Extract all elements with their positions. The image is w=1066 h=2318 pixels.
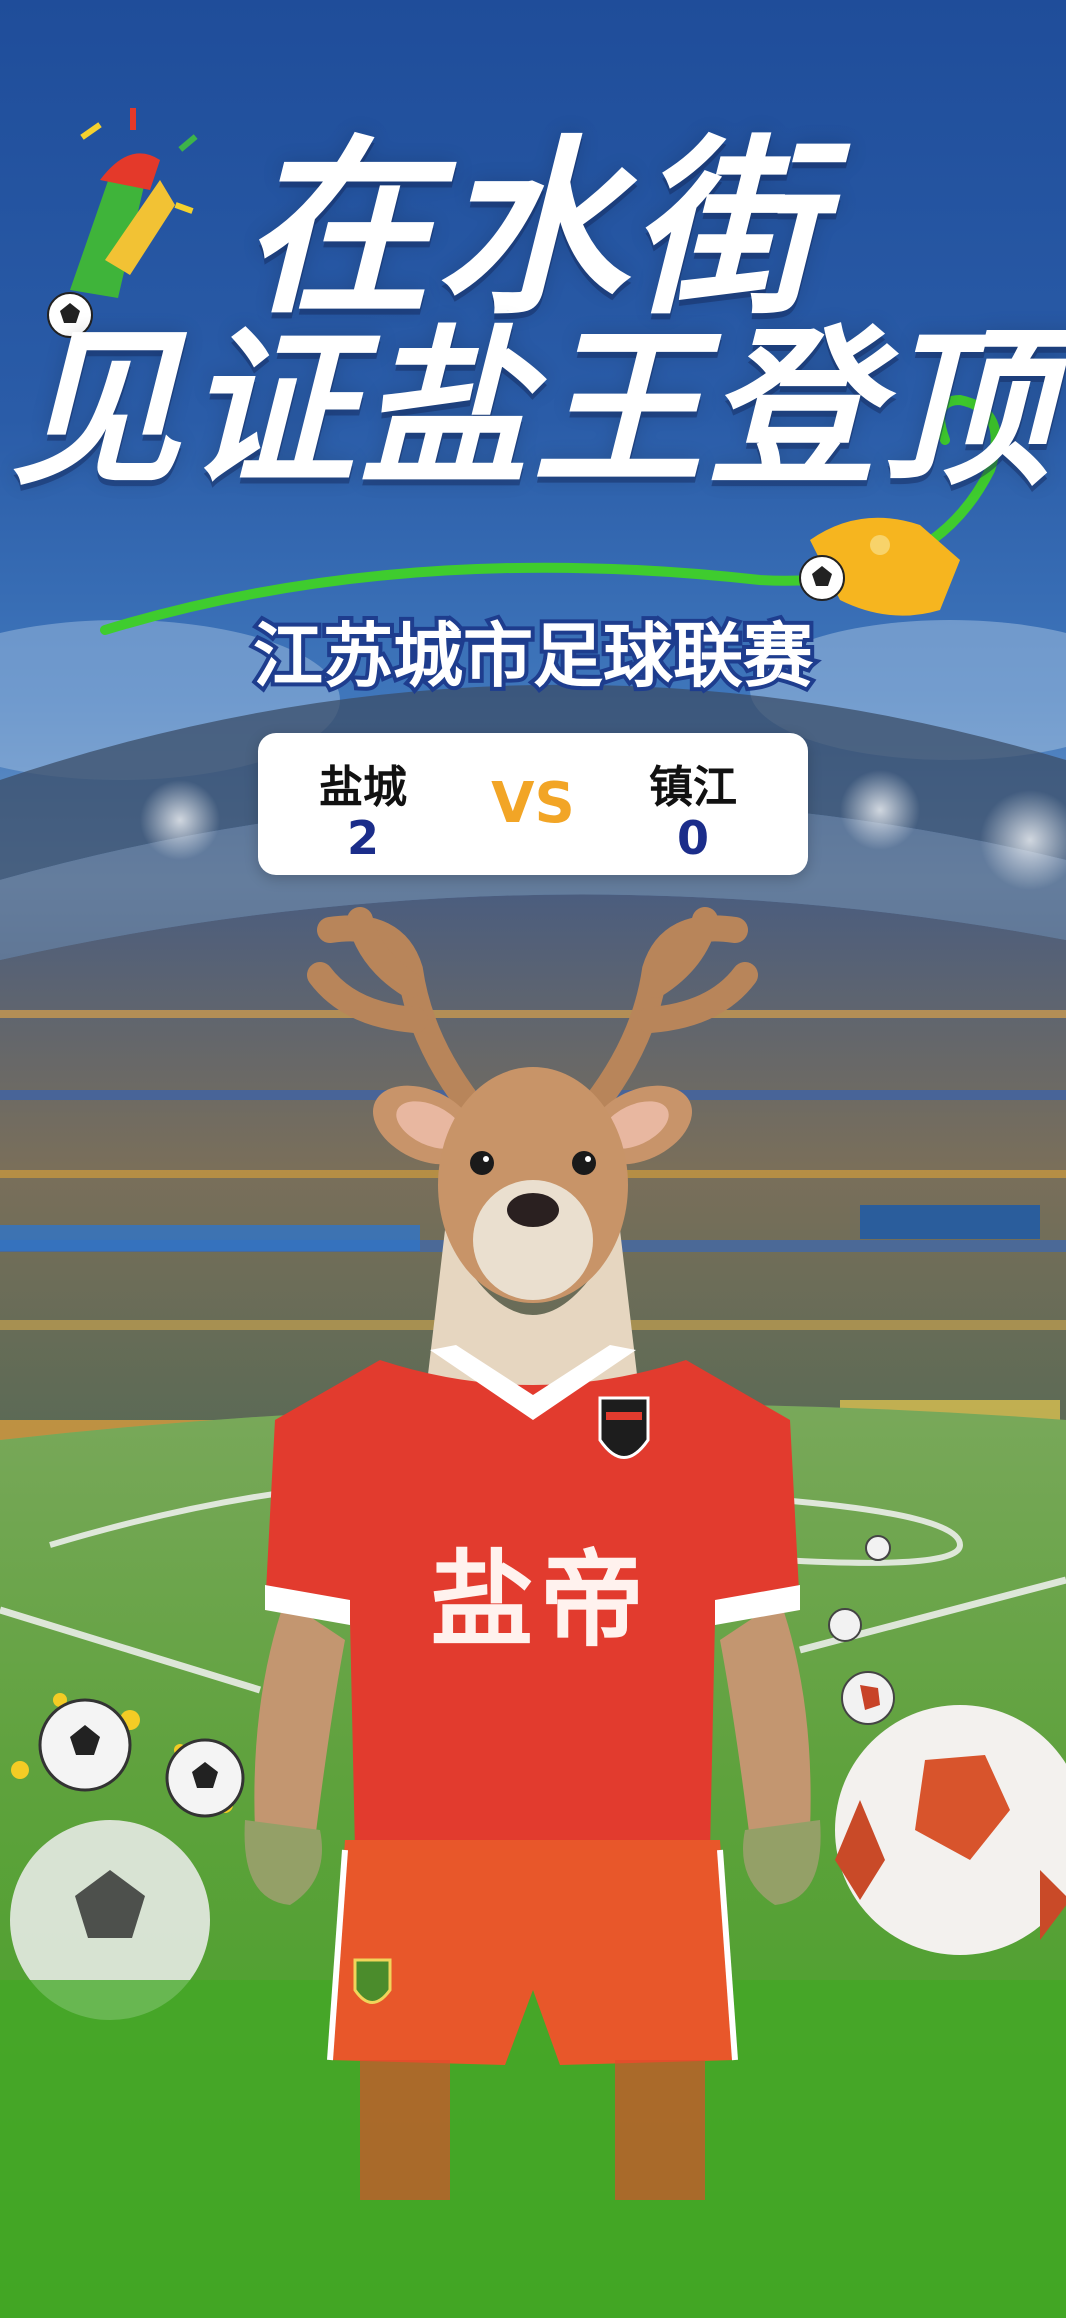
away-team-score: 0 (676, 811, 709, 865)
home-team-name: 盐城 (319, 762, 407, 813)
home-team-score: 2 (346, 811, 379, 865)
league-subtitle: 江苏城市足球联赛 (249, 611, 817, 701)
title-line-1: 在水街 (241, 119, 824, 340)
away-team-name: 镇江 (649, 762, 737, 813)
poster: 在水街 见证盐王登顶 江苏城市足球联赛 盐城 2 VS 镇江 0 盐帝 (0, 0, 1066, 2318)
vs-label: VS (491, 771, 575, 836)
scoreboard: 盐城 2 VS 镇江 0 (258, 733, 808, 875)
title-line-2: 见证盐王登顶 (10, 311, 1055, 509)
jersey-text: 盐帝 (429, 1539, 650, 1661)
soccer-ball-icon (799, 555, 845, 601)
